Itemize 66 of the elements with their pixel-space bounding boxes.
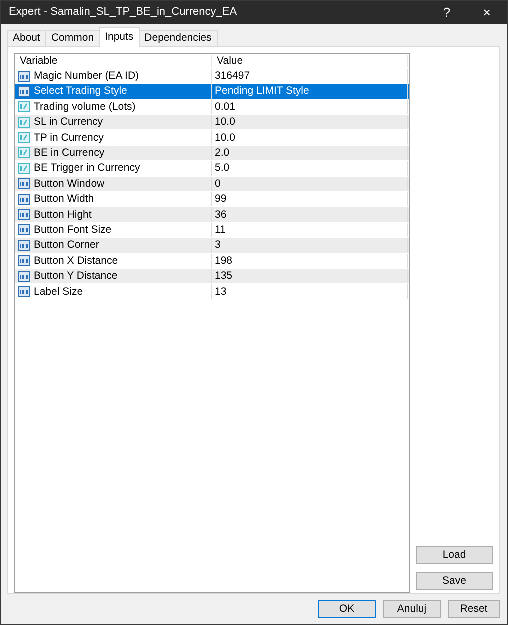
variable-value: 10.0 [215,132,236,144]
decimal-type-icon [18,147,30,158]
variable-name: Trading volume (Lots) [34,100,136,113]
variable-value: 99 [215,193,227,206]
integer-type-icon [18,209,30,220]
table-row[interactable]: Select Trading Style Pending LIMIT Style [15,84,409,100]
variable-name: Label Size [34,286,84,298]
table-row[interactable]: Button Y Distance 135 [15,268,409,284]
tab[interactable]: Inputs [99,26,140,47]
variable-name: Button Corner [34,239,100,252]
dialog-button[interactable]: Anuluj [383,600,441,618]
variable-value: 2.0 [215,146,230,159]
integer-type-icon [18,286,30,297]
decimal-type-icon [18,101,30,112]
decimal-type-icon [18,162,30,174]
tab[interactable]: Dependencies [138,30,218,46]
tab[interactable]: About [7,30,46,46]
variable-value: 11 [215,224,226,236]
table-row[interactable]: Button Window 0 [15,176,409,192]
variable-name: Button Y Distance [34,270,118,282]
integer-type-icon [18,270,30,282]
variable-name: SL in Currency [34,116,104,128]
variable-value: 3 [215,239,221,252]
column-header[interactable]: Variable [15,54,212,67]
variable-name: Select Trading Style [34,85,128,98]
variable-value: 0 [215,178,221,190]
side-button[interactable]: Save [416,572,493,590]
variable-value: 13 [215,286,227,298]
integer-type-icon [18,86,30,97]
table-row[interactable]: SL in Currency 10.0 [15,115,409,130]
variable-value: 0.01 [215,100,236,113]
window-title: Expert - Samalin_SL_TP_BE_in_Currency_EA [8,6,238,18]
variable-name: BE in Currency [34,146,105,159]
variable-name: TP in Currency [34,132,104,144]
variable-name: Button Hight [34,208,92,221]
column-header[interactable]: Value [212,54,408,67]
integer-type-icon [18,240,30,251]
variable-value: Pending LIMIT Style [215,85,310,98]
variable-value: 135 [215,270,233,282]
variable-value: 316497 [215,70,250,82]
variable-value: 10.0 [215,116,236,128]
integer-type-icon [18,70,30,82]
dialog-button[interactable]: OK [318,600,376,618]
table-row[interactable]: BE in Currency 2.0 [15,146,409,162]
variable-value: 36 [215,208,227,221]
variable-name: BE Trigger in Currency [34,162,140,174]
variable-name: Magic Number (EA ID) [34,70,140,82]
variable-name: Button X Distance [34,254,118,267]
integer-type-icon [18,178,30,190]
integer-type-icon [18,255,30,266]
table-row[interactable]: Button Corner 3 [15,238,409,254]
decimal-type-icon [18,116,30,128]
table-row[interactable]: Button Hight 36 [15,207,409,223]
integer-type-icon [18,224,30,236]
close-button[interactable]: × [467,4,507,20]
variable-value: 198 [215,254,233,267]
variable-value: 5.0 [215,162,230,174]
variable-name: Button Width [34,193,94,206]
side-button[interactable]: Load [416,546,493,564]
integer-type-icon [18,194,30,205]
decimal-type-icon [18,132,30,144]
table-row[interactable]: Label Size 13 [15,284,409,300]
dialog-button[interactable]: Reset [448,600,500,618]
help-button[interactable]: ? [427,4,467,20]
variable-name: Button Window [34,178,105,190]
variable-name: Button Font Size [34,224,112,236]
